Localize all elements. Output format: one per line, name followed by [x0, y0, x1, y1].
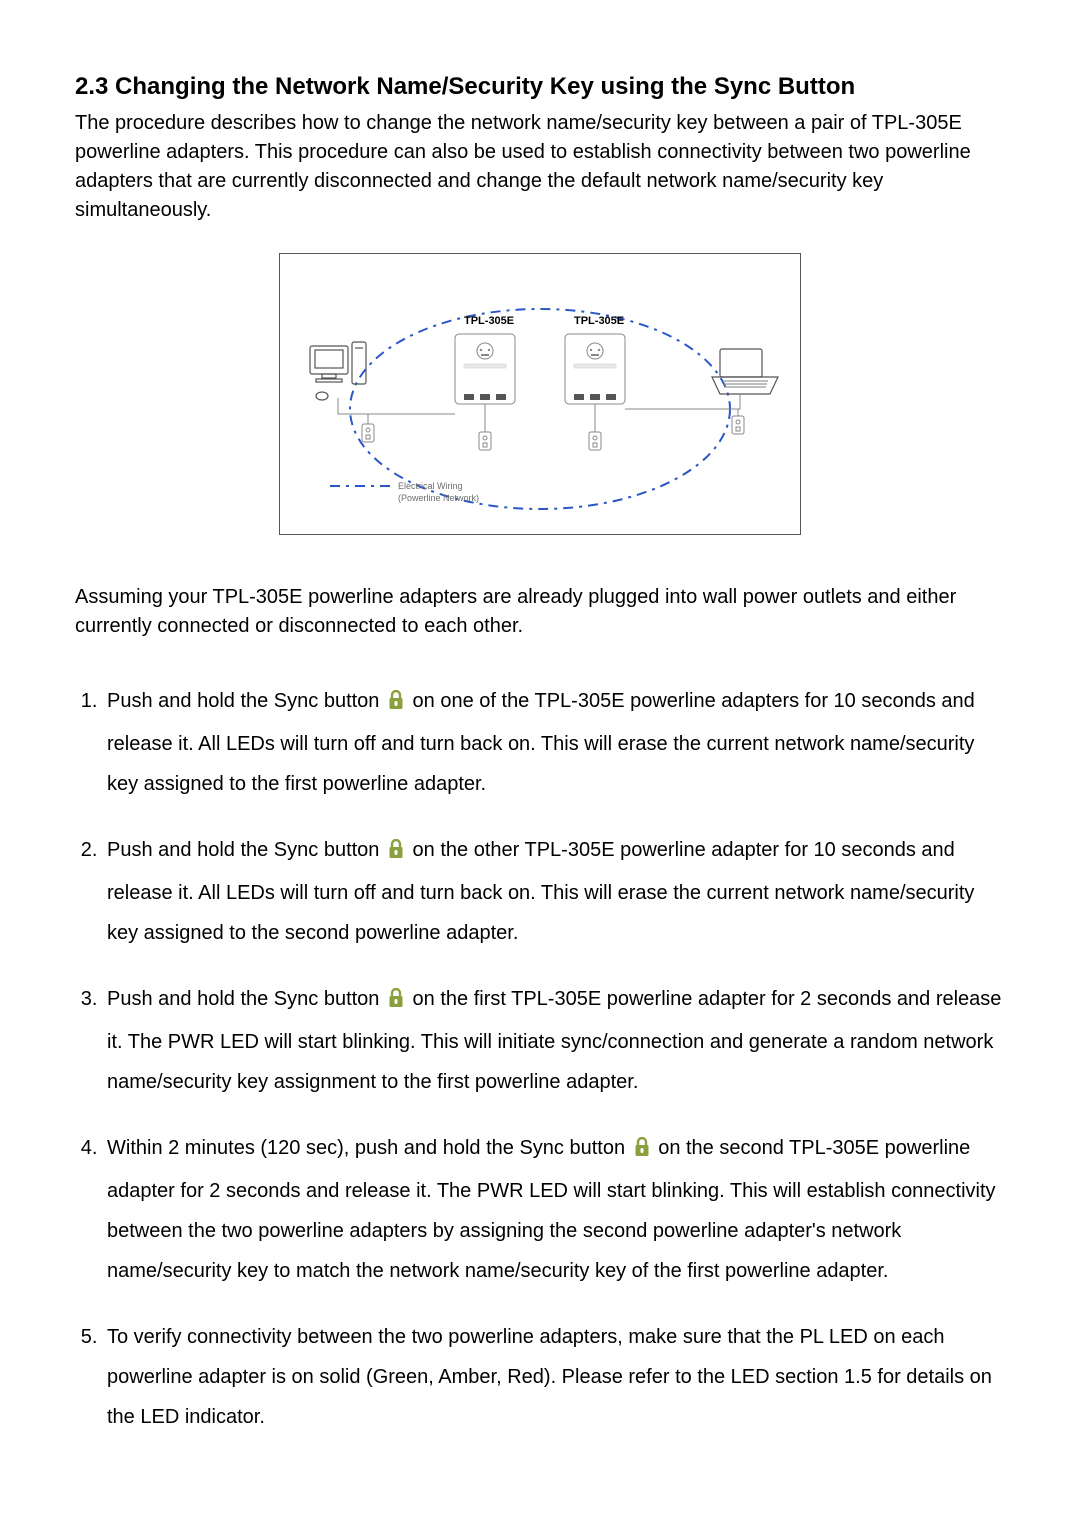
intro-paragraph: The procedure describes how to change th…: [75, 109, 1005, 225]
step-5-text: To verify connectivity between the two p…: [107, 1326, 992, 1428]
lock-icon: [387, 982, 405, 1022]
step-2-text-a: Push and hold the Sync button: [107, 839, 385, 861]
step-3-text-a: Push and hold the Sync button: [107, 988, 385, 1010]
legend-line2: (Powerline Network): [398, 492, 479, 505]
step-3: Push and hold the Sync button on the fir…: [103, 979, 1005, 1102]
step-1: Push and hold the Sync button on one of …: [103, 681, 1005, 804]
network-diagram: TPL-305E TPL-305E Electrical Wiring (Pow…: [279, 253, 801, 535]
diagram-svg: [280, 254, 800, 534]
lock-icon: [633, 1131, 651, 1171]
lock-icon: [387, 833, 405, 873]
diagram-label-a: TPL-305E: [464, 314, 514, 330]
step-1-text-a: Push and hold the Sync button: [107, 690, 385, 712]
assumption-paragraph: Assuming your TPL-305E powerline adapter…: [75, 583, 1005, 641]
diagram-container: TPL-305E TPL-305E Electrical Wiring (Pow…: [75, 253, 1005, 543]
steps-list: Push and hold the Sync button on one of …: [75, 681, 1005, 1437]
lock-icon: [387, 684, 405, 724]
section-heading: 2.3 Changing the Network Name/Security K…: [75, 70, 1005, 105]
step-4: Within 2 minutes (120 sec), push and hol…: [103, 1128, 1005, 1291]
step-5: To verify connectivity between the two p…: [103, 1317, 1005, 1437]
diagram-label-b: TPL-305E: [574, 314, 624, 330]
step-2: Push and hold the Sync button on the oth…: [103, 830, 1005, 953]
step-4-text-a: Within 2 minutes (120 sec), push and hol…: [107, 1137, 631, 1159]
